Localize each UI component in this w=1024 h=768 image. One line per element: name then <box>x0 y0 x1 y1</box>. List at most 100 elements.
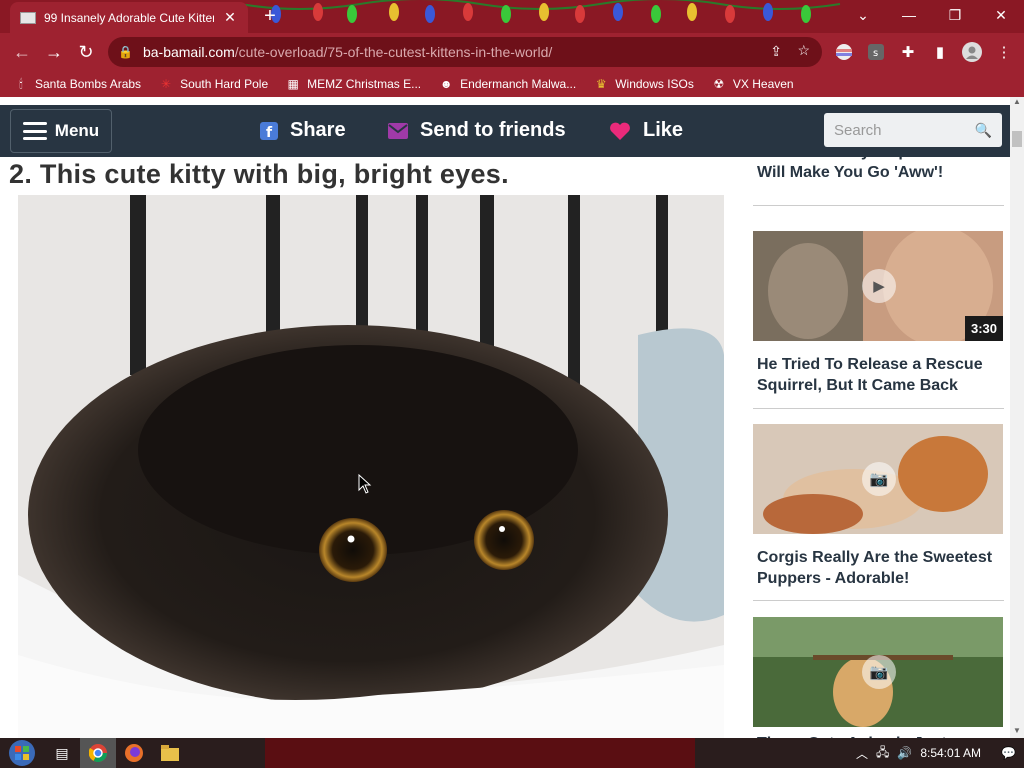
url-host: ba-bamail.com <box>142 44 235 60</box>
video-duration: 3:30 <box>964 316 1003 341</box>
article-heading: 2. This cute kitty with big, bright eyes… <box>9 159 509 189</box>
related-articles-sidebar: Adorable Baby Elephants That Will Make Y… <box>753 157 1005 738</box>
bookmark-label: Endermanch Malwa... <box>460 77 577 91</box>
related-article-title[interactable]: Adorable Baby Elephants That Will Make Y… <box>753 157 1005 183</box>
profile-avatar-icon[interactable] <box>958 37 986 67</box>
menu-label: Menu <box>54 121 100 140</box>
bookmark-item[interactable]: ☻ Endermanch Malwa... <box>439 77 576 91</box>
side-panel-icon[interactable]: ▮ <box>926 37 954 67</box>
like-button[interactable]: Like <box>609 119 683 142</box>
extension-s-icon[interactable]: s <box>862 37 890 67</box>
reload-icon[interactable]: ↻ <box>70 36 102 68</box>
extension-flag-icon[interactable] <box>830 37 858 67</box>
share-label: Share <box>290 119 346 141</box>
bookmark-item[interactable]: ♛ Windows ISOs <box>594 77 694 91</box>
window-app-icon: ▦ <box>287 77 299 91</box>
bookmark-item[interactable]: ▦ MEMZ Christmas E... <box>286 77 421 91</box>
share-page-icon[interactable]: ⇪ <box>770 43 782 60</box>
bookmark-label: VX Heaven <box>732 77 794 91</box>
bookmarks-bar: 🕯 Santa Bombs Arabs ✳ South Hard Pole ▦ MEM… <box>0 71 1024 97</box>
hamburger-icon <box>22 122 47 140</box>
bookmark-item[interactable]: 🕯 Santa Bombs Arabs <box>14 77 141 91</box>
favicon-icon <box>20 11 36 24</box>
tab-search-button[interactable]: ⌄ <box>840 0 886 30</box>
send-label: Send to friends <box>420 119 566 141</box>
windows-logo-icon <box>9 740 35 766</box>
bookmark-label: Santa Bombs Arabs <box>35 77 142 91</box>
taskbar: ▤ ︿ 🖧 🔊 8:54:01 AM 💬 <box>0 738 1024 768</box>
related-article-title[interactable]: These Cute Animals Just... <box>753 727 1005 738</box>
restore-button[interactable]: ❐ <box>932 0 978 30</box>
page-viewport: Menu f Share Send to friends Like Search… <box>0 97 1024 738</box>
kitten-photo <box>18 195 724 738</box>
corgis-thumbnail[interactable]: 📷 <box>753 424 1003 534</box>
browser-tab-active[interactable]: 99 Insanely Adorable Cute Kitten ✕ <box>10 2 248 33</box>
tab-strip: 99 Insanely Adorable Cute Kitten ✕ + ⌄ —… <box>0 0 1024 33</box>
back-arrow-icon[interactable]: ← <box>6 36 38 68</box>
crown-icon: ♛ <box>595 77 607 91</box>
address-bar[interactable]: 🔒 ba-bamail.com/cute-overload/75-of-the-… <box>108 37 822 67</box>
scrollbar-thumb[interactable] <box>1012 131 1022 147</box>
divider <box>753 408 1004 409</box>
like-label: Like <box>643 119 684 141</box>
scroll-up-icon[interactable]: ▲ <box>1010 97 1024 109</box>
url-path: /cute-overload/75-of-the-cutest-kittens-… <box>234 44 553 60</box>
candle-icon: 🕯 <box>19 77 23 91</box>
bookmark-label: MEMZ Christmas E... <box>307 77 422 91</box>
forward-arrow-icon[interactable]: → <box>38 36 70 68</box>
related-article-card[interactable]: Adorable Baby Elephants That Will Make Y… <box>753 157 1005 183</box>
related-article-title[interactable]: Corgis Really Are the Sweetest Puppers -… <box>753 534 1005 589</box>
chrome-taskbar-icon[interactable] <box>80 738 116 768</box>
divider <box>753 600 1004 601</box>
vertical-scrollbar[interactable]: ▲ ▼ <box>1010 97 1024 738</box>
envelope-icon <box>388 122 408 139</box>
svg-text:s: s <box>873 48 878 59</box>
notifications-icon[interactable]: 💬 <box>1001 746 1016 760</box>
close-window-button[interactable]: ✕ <box>978 0 1024 30</box>
file-explorer-icon[interactable] <box>152 738 188 768</box>
search-input[interactable]: Search <box>834 122 882 139</box>
scroll-down-icon[interactable]: ▼ <box>1010 726 1024 738</box>
network-icon[interactable]: 🖧 <box>876 743 889 764</box>
radiation-icon: ☢ <box>713 77 725 91</box>
firefox-taskbar-icon[interactable] <box>116 738 152 768</box>
menu-button[interactable]: Menu <box>10 109 112 153</box>
share-button[interactable]: f Share <box>260 119 346 142</box>
related-article-title[interactable]: He Tried To Release a Rescue Squirrel, B… <box>753 341 1005 396</box>
site-header: Menu f Share Send to friends Like Search… <box>0 105 1010 157</box>
browser-menu-icon[interactable]: ⋮ <box>990 37 1018 67</box>
camera-icon: 📷 <box>862 655 896 689</box>
related-article-card[interactable]: 📷 Corgis Really Are the Sweetest Puppers… <box>753 424 1005 589</box>
bookmark-label: Windows ISOs <box>615 77 694 91</box>
bookmark-item[interactable]: ✳ South Hard Pole <box>159 77 268 91</box>
send-to-friends-button[interactable]: Send to friends <box>388 119 566 142</box>
camera-icon: 📷 <box>862 462 896 496</box>
search-icon[interactable]: 🔍 <box>975 122 992 139</box>
star-burst-icon: ✳ <box>161 77 172 91</box>
related-article-card[interactable]: ▶ 3:30 He Tried To Release a Rescue Squi… <box>753 231 1005 396</box>
new-tab-button[interactable]: + <box>258 5 282 29</box>
clock-time[interactable]: 8:54:01 AM <box>920 746 981 760</box>
facebook-icon: f <box>260 121 278 140</box>
lock-icon[interactable]: 🔒 <box>118 45 133 59</box>
mouse-pointer-icon <box>358 474 372 494</box>
bookmark-star-icon[interactable]: ☆ <box>797 42 810 59</box>
play-icon: ▶ <box>862 269 896 303</box>
tab-title: 99 Insanely Adorable Cute Kitten <box>44 10 214 25</box>
tab-close-icon[interactable]: ✕ <box>222 9 238 26</box>
dog-stick-thumbnail[interactable]: 📷 <box>753 617 1003 727</box>
related-article-card[interactable]: 📷 These Cute Animals Just... <box>753 617 1005 738</box>
volume-icon[interactable]: 🔊 <box>897 746 912 760</box>
squirrel-thumbnail[interactable]: ▶ 3:30 <box>753 231 1003 341</box>
bookmark-item[interactable]: ☢ VX Heaven <box>712 77 794 91</box>
divider <box>753 205 1004 206</box>
chevron-up-icon[interactable]: ︿ <box>856 745 868 762</box>
minimize-button[interactable]: — <box>886 0 932 30</box>
search-box[interactable]: Search 🔍 <box>824 113 1002 147</box>
extensions-puzzle-icon[interactable]: ✚ <box>894 37 922 67</box>
taskbar-background <box>265 738 695 768</box>
task-view-icon[interactable]: ▤ <box>44 738 80 768</box>
bookmark-label: South Hard Pole <box>180 77 269 91</box>
svg-text:f: f <box>266 125 273 140</box>
start-button[interactable] <box>0 738 44 768</box>
